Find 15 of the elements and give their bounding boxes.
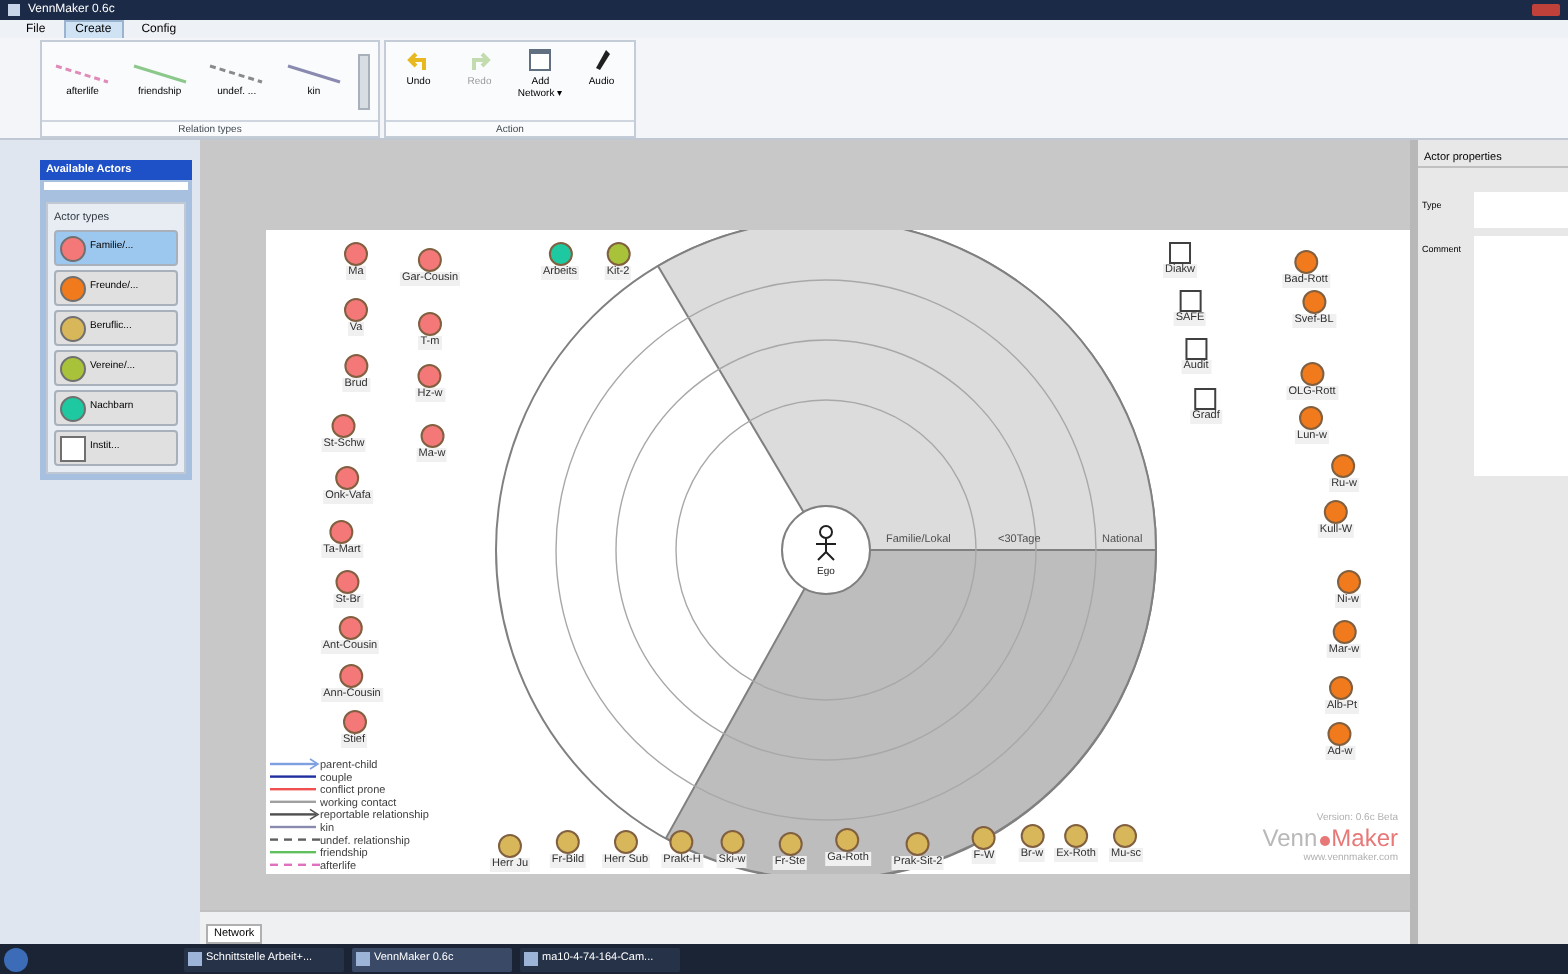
vennmaker-logo: Venn Maker: [1262, 826, 1398, 852]
actor-square-icon[interactable]: [1195, 388, 1217, 410]
window-icon: [188, 952, 202, 966]
start-button[interactable]: [4, 947, 28, 971]
window-icon: [356, 952, 370, 966]
app-icon: [8, 4, 20, 16]
actor-square-icon[interactable]: [1169, 242, 1191, 264]
undo-icon: [406, 48, 431, 72]
window-icon: [528, 48, 553, 72]
actor-square-icon[interactable]: [1185, 338, 1207, 360]
redo-icon: [467, 48, 492, 72]
person-icon: [815, 525, 837, 561]
window-icon: [524, 952, 538, 966]
search-field[interactable]: [44, 182, 188, 190]
actor-square-icon[interactable]: [1179, 290, 1201, 312]
